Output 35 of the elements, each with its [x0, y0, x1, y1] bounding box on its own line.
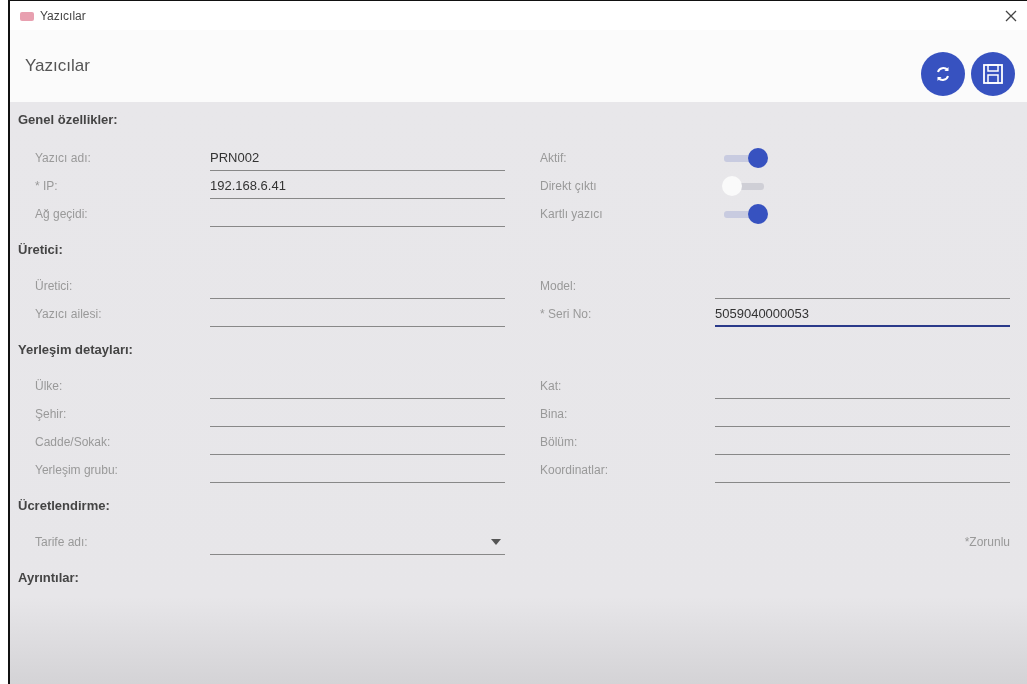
- field-label: Cadde/Sokak:: [35, 435, 112, 449]
- input-field[interactable]: PRN002: [210, 145, 505, 171]
- field-label: Yazıcı ailesi:: [35, 307, 103, 321]
- field-label: Bölüm:: [540, 435, 579, 449]
- field-label: Şehir:: [35, 407, 68, 421]
- section-heading: Genel özellikler:: [17, 111, 119, 129]
- section-heading: Ayrıntılar:: [17, 569, 80, 587]
- field-label: Yerleşim grubu:: [35, 463, 119, 477]
- section-heading: Üretici:: [17, 241, 64, 259]
- field-label: Aktif:: [540, 151, 568, 165]
- refresh-button[interactable]: [921, 52, 965, 96]
- field-label: Ağ geçidi:: [35, 207, 89, 221]
- field-label: Model:: [540, 279, 578, 293]
- field-label: * IP:: [35, 179, 59, 193]
- field-label: Kat:: [540, 379, 563, 393]
- input-field[interactable]: 192.168.6.41: [210, 173, 505, 199]
- refresh-icon: [934, 65, 952, 83]
- save-button[interactable]: [971, 52, 1015, 96]
- field-label: Bina:: [540, 407, 569, 421]
- section-heading: Ücretlendirme:: [17, 497, 111, 515]
- field-label: * Seri No:: [540, 307, 593, 321]
- close-icon[interactable]: [1005, 9, 1017, 22]
- field-label: Tarife adı:: [35, 535, 89, 549]
- window-title: Yazıcılar: [40, 8, 86, 23]
- field-label: Yazıcı adı:: [35, 151, 92, 165]
- required-note: *Zorunlu: [963, 535, 1010, 549]
- field-label: Direkt çıktı: [540, 179, 598, 193]
- input-field[interactable]: 5059040000053: [715, 301, 1010, 327]
- section-heading: Yerleşim detayları:: [17, 341, 134, 359]
- field-label: Kartlı yazıcı: [540, 207, 604, 221]
- field-label: Koordinatlar:: [540, 463, 610, 477]
- page-title: Yazıcılar: [25, 56, 90, 76]
- field-label: Ülke:: [35, 379, 64, 393]
- caret-icon: [491, 538, 501, 545]
- field-label: Üretici:: [35, 279, 74, 293]
